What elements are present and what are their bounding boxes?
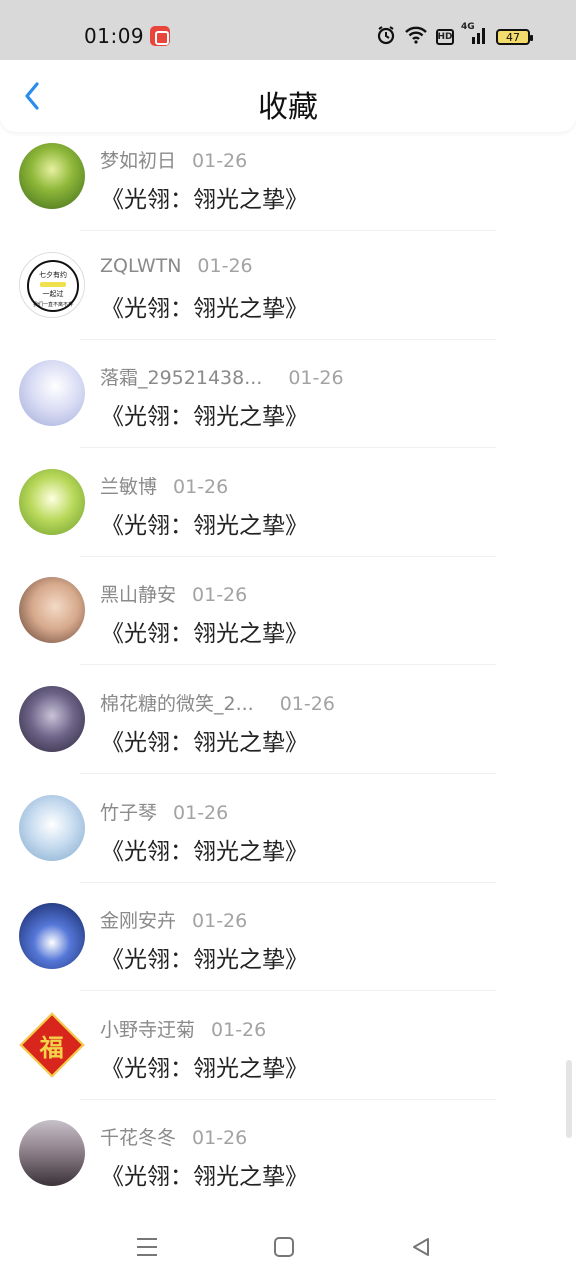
user-name[interactable]: 小野寺迂菊: [100, 1019, 195, 1041]
anime-avatar[interactable]: [19, 360, 85, 427]
date: 01-26: [173, 475, 229, 498]
list-item[interactable]: 梦如初日 01-26 《光翎：翎光之挚》: [0, 142, 576, 251]
avatar-caption: 我们一直不离不弃: [32, 301, 73, 308]
navigation-bar: [0, 1210, 576, 1280]
scrollbar[interactable]: [566, 1060, 572, 1138]
avatar-caption: 一起过: [42, 289, 64, 298]
user-name[interactable]: 竹子琴: [100, 802, 157, 824]
header: 收藏: [0, 60, 576, 132]
fu-avatar[interactable]: 福: [19, 1011, 85, 1078]
work-title[interactable]: 《光翎：翎光之挚》: [101, 614, 308, 648]
divider: [80, 772, 496, 774]
work-title[interactable]: 《光翎：翎光之挚》: [101, 832, 308, 866]
sprout-avatar[interactable]: [19, 468, 85, 535]
date: 01-26: [192, 1127, 248, 1150]
work-title[interactable]: 《光翎：翎光之挚》: [101, 1157, 308, 1191]
work-title[interactable]: 《光翎：翎光之挚》: [101, 940, 308, 974]
user-name[interactable]: 金刚安卉: [100, 910, 176, 932]
user-name[interactable]: ZQLWTN: [100, 255, 181, 277]
work-title[interactable]: 《光翎：翎光之挚》: [101, 506, 308, 540]
user-name[interactable]: 落霜_29521438...: [100, 367, 262, 389]
menu-button[interactable]: [132, 1232, 162, 1262]
divider: [80, 664, 496, 666]
date: 01-26: [211, 1018, 267, 1041]
hd-icon: HD: [436, 29, 454, 45]
list-item[interactable]: 竹子琴 01-26 《光翎：翎光之挚》: [0, 794, 576, 903]
avatar-caption: 七夕有约: [39, 270, 67, 279]
divider: [80, 1098, 496, 1100]
battery-icon: 47: [496, 29, 533, 45]
user-name[interactable]: 黑山静安: [100, 584, 176, 606]
status-icons: HD 4G 47: [376, 22, 533, 50]
status-time: 01:09: [84, 24, 145, 48]
list-item[interactable]: 金刚安卉 01-26 《光翎：翎光之挚》: [0, 902, 576, 1011]
list-item[interactable]: 七夕有约 一起过 我们一直不离不弃 ZQLWTN 01-26 《光翎：翎光之挚》: [0, 251, 576, 360]
back-triangle-icon: [413, 1238, 429, 1256]
night-avatar[interactable]: [19, 1120, 85, 1187]
list-item[interactable]: 福 小野寺迂菊 01-26 《光翎：翎光之挚》: [0, 1011, 576, 1120]
work-title[interactable]: 《光翎：翎光之挚》: [101, 723, 308, 757]
date: 01-26: [173, 801, 229, 824]
list-item[interactable]: 兰敏博 01-26 《光翎：翎光之挚》: [0, 468, 576, 577]
fu-character: 福: [40, 1033, 64, 1062]
dark-anime-avatar[interactable]: [19, 685, 85, 752]
notification-app-icon: [150, 26, 170, 46]
divider: [80, 447, 496, 449]
favorites-list: 梦如初日 01-26 《光翎：翎光之挚》 七夕有约 一起过 我们一直不离不弃 ZQ…: [0, 142, 576, 1228]
astronaut-avatar[interactable]: [19, 903, 85, 970]
user-name[interactable]: 梦如初日: [100, 150, 176, 172]
user-name[interactable]: 棉花糖的微笑_2...: [100, 693, 254, 715]
alarm-icon: [376, 25, 396, 49]
work-title[interactable]: 《光翎：翎光之挚》: [101, 289, 308, 323]
home-button[interactable]: [269, 1232, 299, 1262]
blue-anime-avatar[interactable]: [19, 794, 85, 861]
forest-avatar[interactable]: [19, 143, 85, 209]
divider: [80, 555, 496, 557]
girl-avatar[interactable]: [19, 577, 85, 644]
date: 01-26: [288, 367, 344, 390]
menu-icon: [137, 1238, 157, 1256]
list-item[interactable]: 黑山静安 01-26 《光翎：翎光之挚》: [0, 576, 576, 685]
date: 01-26: [279, 692, 335, 715]
work-title[interactable]: 《光翎：翎光之挚》: [101, 180, 308, 214]
divider: [80, 338, 496, 340]
work-title[interactable]: 《光翎：翎光之挚》: [101, 397, 308, 431]
page-title: 收藏: [258, 90, 318, 125]
work-title[interactable]: 《光翎：翎光之挚》: [101, 1049, 308, 1083]
list-item[interactable]: 落霜_29521438... 01-26 《光翎：翎光之挚》: [0, 359, 576, 468]
badge-avatar[interactable]: 七夕有约 一起过 我们一直不离不弃: [19, 251, 85, 318]
status-bar: 01:09 HD 4G 47: [0, 0, 576, 60]
signal-icon: 4G: [461, 22, 488, 48]
date: 01-26: [192, 910, 248, 933]
user-name[interactable]: 兰敏博: [100, 476, 157, 498]
divider: [80, 990, 496, 992]
date: 01-26: [192, 584, 248, 607]
divider: [80, 881, 496, 883]
user-name[interactable]: 千花冬冬: [100, 1127, 176, 1149]
date: 01-26: [192, 150, 248, 172]
date: 01-26: [197, 254, 253, 277]
back-nav-button[interactable]: [406, 1232, 436, 1262]
home-icon: [274, 1237, 294, 1257]
wifi-icon: [404, 26, 428, 48]
battery-level: 47: [506, 30, 520, 44]
divider: [80, 230, 496, 231]
list-item[interactable]: 棉花糖的微笑_2... 01-26 《光翎：翎光之挚》: [0, 685, 576, 794]
network-label: 4G: [461, 22, 475, 32]
